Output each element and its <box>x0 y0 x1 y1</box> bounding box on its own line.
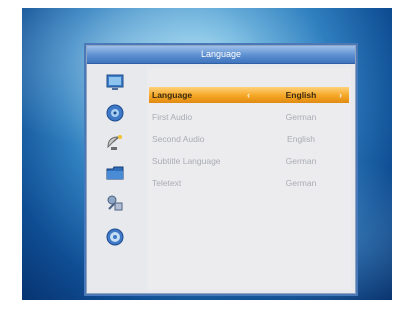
menu-sidebar <box>93 73 143 285</box>
setting-row-subtitle-language[interactable]: Subtitle Language German <box>149 153 349 169</box>
setting-label: Language <box>152 90 193 100</box>
setting-value: German <box>285 178 317 188</box>
setting-value: English <box>285 90 317 100</box>
tv-screen: Language Language ‹ English › First Audi… <box>22 8 392 300</box>
setting-row-teletext[interactable]: Teletext German <box>149 175 349 191</box>
setting-label: Second Audio <box>152 134 205 144</box>
setting-label: Teletext <box>152 178 182 188</box>
satellite-dish-icon[interactable] <box>105 133 125 153</box>
monitor-icon[interactable] <box>105 73 125 93</box>
setting-row-second-audio[interactable]: Second Audio English <box>149 131 349 147</box>
disc-icon[interactable] <box>105 103 125 123</box>
setting-label: Subtitle Language <box>152 156 221 166</box>
tools-icon[interactable] <box>105 193 125 213</box>
setting-value: English <box>287 134 315 144</box>
settings-panel: Language ‹ English › First Audio German … <box>147 68 351 290</box>
language-dialog: Language Language ‹ English › First Audi… <box>86 45 356 294</box>
info-disc-icon[interactable] <box>105 227 125 247</box>
folder-icon[interactable] <box>105 163 125 183</box>
arrow-left-icon[interactable]: ‹ <box>247 87 250 103</box>
dialog-title: Language <box>87 46 355 64</box>
setting-value: German <box>285 156 317 166</box>
setting-row-first-audio[interactable]: First Audio German <box>149 109 349 125</box>
setting-label: First Audio <box>152 112 193 122</box>
setting-value: German <box>285 112 317 122</box>
setting-row-language[interactable]: Language ‹ English › <box>149 87 349 103</box>
arrow-right-icon[interactable]: › <box>339 87 342 103</box>
